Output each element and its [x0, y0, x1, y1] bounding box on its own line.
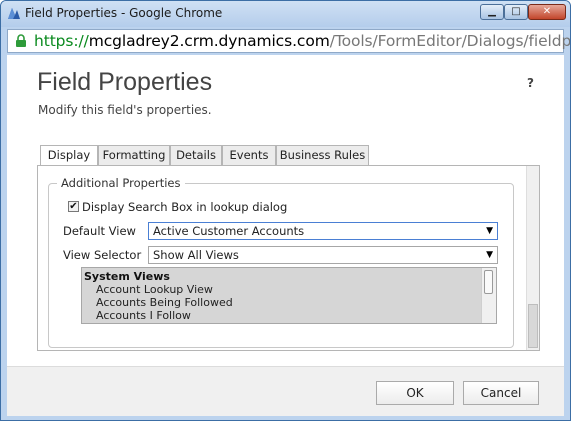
list-group-header: System Views: [84, 270, 170, 283]
url-scheme: https://: [34, 32, 89, 50]
dialog-title: Field Properties: [37, 68, 213, 96]
close-button[interactable]: ✕: [528, 4, 566, 20]
views-listbox[interactable]: System Views Account Lookup View Account…: [81, 267, 497, 324]
panel-scrollbar[interactable]: [526, 166, 539, 350]
url-host: mcgladrey2.crm.dynamics.com: [88, 32, 330, 50]
display-tab-panel: Additional Properties ✔ Display Search B…: [37, 165, 540, 351]
chevron-down-icon: ▼: [486, 250, 493, 260]
tab-events[interactable]: Events: [222, 145, 276, 165]
view-selector-value: Show All Views: [153, 248, 239, 262]
additional-properties-group: Additional Properties ✔ Display Search B…: [48, 176, 514, 348]
ok-button[interactable]: OK: [376, 381, 454, 405]
tab-formatting[interactable]: Formatting: [98, 145, 170, 165]
tab-details[interactable]: Details: [170, 145, 222, 165]
default-view-select[interactable]: Active Customer Accounts ▼: [148, 222, 498, 240]
default-view-value: Active Customer Accounts: [153, 224, 305, 238]
listbox-scrollbar[interactable]: [481, 268, 496, 323]
minimize-button[interactable]: ▁: [480, 4, 504, 20]
view-selector-label: View Selector: [63, 248, 142, 262]
panel-scroll-thumb[interactable]: [528, 304, 538, 348]
list-item[interactable]: Account Lookup View: [96, 283, 213, 296]
listbox-scroll-thumb[interactable]: [484, 270, 493, 294]
url-path: /Tools/FormEditor/Dialogs/fieldprops.asp…: [329, 32, 571, 50]
list-item[interactable]: Accounts Being Followed: [96, 296, 233, 309]
lock-icon: [16, 34, 26, 47]
search-box-checkbox[interactable]: ✔: [68, 201, 79, 212]
dialog-content: Field Properties Modify this field's pro…: [7, 55, 564, 366]
tab-business-rules[interactable]: Business Rules: [276, 145, 369, 165]
chevron-down-icon: ▼: [486, 226, 493, 236]
default-view-label: Default View: [63, 224, 136, 238]
title-bar[interactable]: Field Properties - Google Chrome ▁ □ ✕: [1, 1, 570, 27]
window-title: Field Properties - Google Chrome: [25, 6, 223, 20]
list-item[interactable]: Accounts I Follow: [96, 309, 191, 322]
cancel-button[interactable]: Cancel: [463, 381, 539, 405]
browser-window: Field Properties - Google Chrome ▁ □ ✕ h…: [0, 0, 571, 421]
address-bar[interactable]: https://mcgladrey2.crm.dynamics.com/Tool…: [7, 29, 570, 53]
search-box-label[interactable]: Display Search Box in lookup dialog: [82, 200, 287, 214]
view-selector-select[interactable]: Show All Views ▼: [148, 246, 498, 264]
url-text: https://mcgladrey2.crm.dynamics.com/Tool…: [34, 31, 571, 51]
dynamics-crm-icon: [8, 8, 20, 19]
dialog-subtitle: Modify this field's properties.: [38, 103, 212, 117]
help-icon[interactable]: ?: [527, 76, 534, 90]
additional-properties-legend: Additional Properties: [57, 176, 185, 190]
dialog-footer: OK Cancel: [7, 366, 564, 416]
maximize-button[interactable]: □: [504, 4, 528, 20]
tab-display[interactable]: Display: [40, 145, 98, 166]
